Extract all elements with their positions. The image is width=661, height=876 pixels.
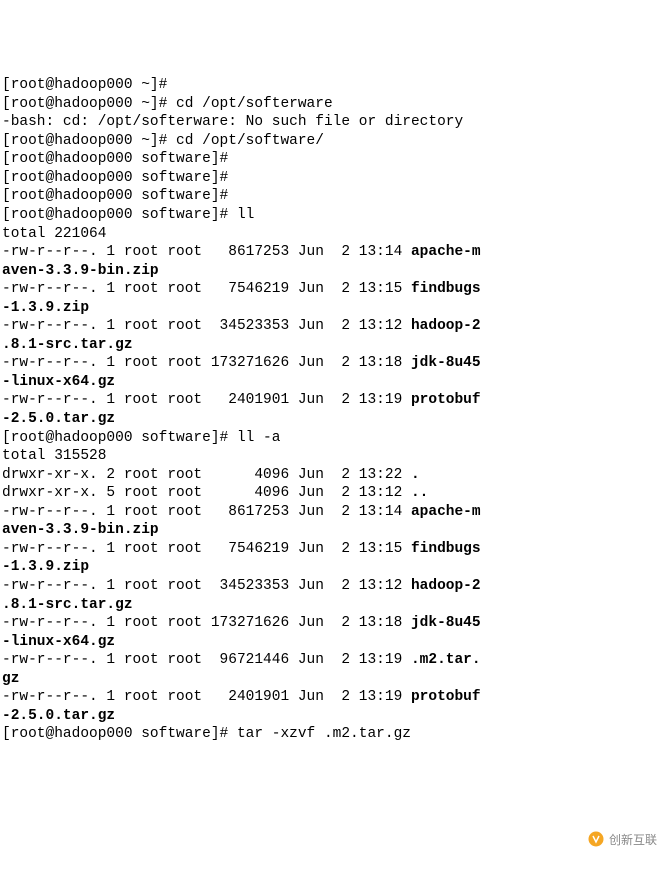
text-fragment: [root@hadoop000 ~]# cd /opt/softerware — [2, 96, 333, 112]
text-fragment: total 221064 — [2, 226, 106, 242]
terminal-line: -1.3.9.zip — [2, 558, 659, 577]
terminal-line: -rw-r--r--. 1 root root 2401901 Jun 2 13… — [2, 391, 659, 410]
terminal-line: drwxr-xr-x. 2 root root 4096 Jun 2 13:22… — [2, 466, 659, 485]
terminal-line: -rw-r--r--. 1 root root 173271626 Jun 2 … — [2, 354, 659, 373]
filename-fragment: aven-3.3.9-bin.zip — [2, 522, 159, 538]
text-fragment: drwxr-xr-x. 2 root root 4096 Jun 2 13:22 — [2, 467, 411, 483]
terminal-line: -2.5.0.tar.gz — [2, 707, 659, 726]
terminal-line: -rw-r--r--. 1 root root 8617253 Jun 2 13… — [2, 503, 659, 522]
terminal-line: -1.3.9.zip — [2, 299, 659, 318]
text-fragment: -rw-r--r--. 1 root root 7546219 Jun 2 13… — [2, 281, 411, 297]
terminal-line: [root@hadoop000 software]# ll — [2, 206, 659, 225]
filename-fragment: findbugs — [411, 541, 481, 557]
filename-fragment: apache-m — [411, 504, 481, 520]
filename-fragment: -linux-x64.gz — [2, 374, 115, 390]
filename-fragment: -1.3.9.zip — [2, 559, 89, 575]
filename-fragment: .8.1-src.tar.gz — [2, 597, 133, 613]
terminal-line: .8.1-src.tar.gz — [2, 336, 659, 355]
text-fragment: -rw-r--r--. 1 root root 2401901 Jun 2 13… — [2, 689, 411, 705]
filename-fragment: -2.5.0.tar.gz — [2, 708, 115, 724]
text-fragment: [root@hadoop000 software]# ll — [2, 207, 254, 223]
terminal-line: -rw-r--r--. 1 root root 7546219 Jun 2 13… — [2, 540, 659, 559]
filename-fragment: -linux-x64.gz — [2, 634, 115, 650]
watermark-badge: 创新互联 — [574, 815, 657, 868]
terminal-line: [root@hadoop000 ~]# cd /opt/software/ — [2, 132, 659, 151]
terminal-line: [root@hadoop000 software]# — [2, 169, 659, 188]
terminal-output[interactable]: [root@hadoop000 ~]# [root@hadoop000 ~]# c… — [2, 76, 659, 744]
text-fragment: -rw-r--r--. 1 root root 173271626 Jun 2 … — [2, 355, 411, 371]
terminal-line: [root@hadoop000 ~]# cd /opt/softerware — [2, 95, 659, 114]
terminal-line: -rw-r--r--. 1 root root 2401901 Jun 2 13… — [2, 688, 659, 707]
text-fragment: [root@hadoop000 ~]# cd /opt/software/ — [2, 133, 324, 149]
watermark-text: 创新互联 — [609, 833, 657, 848]
terminal-line: [root@hadoop000 software]# tar -xzvf .m2… — [2, 725, 659, 744]
filename-fragment: apache-m — [411, 244, 481, 260]
text-fragment: [root@hadoop000 software]# ll -a — [2, 430, 280, 446]
text-fragment: -rw-r--r--. 1 root root 7546219 Jun 2 13… — [2, 541, 411, 557]
text-fragment: -rw-r--r--. 1 root root 34523353 Jun 2 1… — [2, 318, 411, 334]
terminal-line: total 315528 — [2, 447, 659, 466]
text-fragment: -rw-r--r--. 1 root root 34523353 Jun 2 1… — [2, 578, 411, 594]
terminal-line: -rw-r--r--. 1 root root 8617253 Jun 2 13… — [2, 243, 659, 262]
terminal-line: -rw-r--r--. 1 root root 96721446 Jun 2 1… — [2, 651, 659, 670]
terminal-line: -linux-x64.gz — [2, 633, 659, 652]
filename-fragment: . — [411, 467, 420, 483]
filename-fragment: .. — [411, 485, 428, 501]
text-fragment: -rw-r--r--. 1 root root 8617253 Jun 2 13… — [2, 244, 411, 260]
terminal-line: [root@hadoop000 software]# ll -a — [2, 429, 659, 448]
text-fragment: drwxr-xr-x. 5 root root 4096 Jun 2 13:12 — [2, 485, 411, 501]
terminal-line: -bash: cd: /opt/softerware: No such file… — [2, 113, 659, 132]
filename-fragment: jdk-8u45 — [411, 355, 481, 371]
terminal-line: drwxr-xr-x. 5 root root 4096 Jun 2 13:12… — [2, 484, 659, 503]
filename-fragment: .m2.tar. — [411, 652, 481, 668]
text-fragment: [root@hadoop000 ~]# — [2, 77, 167, 93]
text-fragment: -rw-r--r--. 1 root root 2401901 Jun 2 13… — [2, 392, 411, 408]
terminal-line: total 221064 — [2, 225, 659, 244]
text-fragment: total 315528 — [2, 448, 106, 464]
filename-fragment: protobuf — [411, 392, 481, 408]
filename-fragment: protobuf — [411, 689, 481, 705]
filename-fragment: hadoop-2 — [411, 578, 481, 594]
filename-fragment: hadoop-2 — [411, 318, 481, 334]
terminal-line: -linux-x64.gz — [2, 373, 659, 392]
terminal-line: [root@hadoop000 ~]# — [2, 76, 659, 95]
terminal-line: aven-3.3.9-bin.zip — [2, 262, 659, 281]
filename-fragment: gz — [2, 671, 19, 687]
terminal-line: -rw-r--r--. 1 root root 7546219 Jun 2 13… — [2, 280, 659, 299]
terminal-line: aven-3.3.9-bin.zip — [2, 521, 659, 540]
filename-fragment: findbugs — [411, 281, 481, 297]
terminal-line: gz — [2, 670, 659, 689]
text-fragment: [root@hadoop000 software]# tar -xzvf .m2… — [2, 726, 411, 742]
terminal-line: [root@hadoop000 software]# — [2, 150, 659, 169]
terminal-line: -2.5.0.tar.gz — [2, 410, 659, 429]
filename-fragment: .8.1-src.tar.gz — [2, 337, 133, 353]
terminal-line: [root@hadoop000 software]# — [2, 187, 659, 206]
text-fragment: [root@hadoop000 software]# — [2, 170, 228, 186]
terminal-line: -rw-r--r--. 1 root root 173271626 Jun 2 … — [2, 614, 659, 633]
text-fragment: [root@hadoop000 software]# — [2, 188, 228, 204]
filename-fragment: -2.5.0.tar.gz — [2, 411, 115, 427]
filename-fragment: -1.3.9.zip — [2, 300, 89, 316]
terminal-line: -rw-r--r--. 1 root root 34523353 Jun 2 1… — [2, 577, 659, 596]
watermark-icon — [574, 815, 605, 868]
filename-fragment: aven-3.3.9-bin.zip — [2, 263, 159, 279]
text-fragment: -rw-r--r--. 1 root root 173271626 Jun 2 … — [2, 615, 411, 631]
terminal-line: -rw-r--r--. 1 root root 34523353 Jun 2 1… — [2, 317, 659, 336]
text-fragment: -rw-r--r--. 1 root root 8617253 Jun 2 13… — [2, 504, 411, 520]
text-fragment: [root@hadoop000 software]# — [2, 151, 228, 167]
text-fragment: -bash: cd: /opt/softerware: No such file… — [2, 114, 463, 130]
text-fragment: -rw-r--r--. 1 root root 96721446 Jun 2 1… — [2, 652, 411, 668]
filename-fragment: jdk-8u45 — [411, 615, 481, 631]
terminal-line: .8.1-src.tar.gz — [2, 596, 659, 615]
